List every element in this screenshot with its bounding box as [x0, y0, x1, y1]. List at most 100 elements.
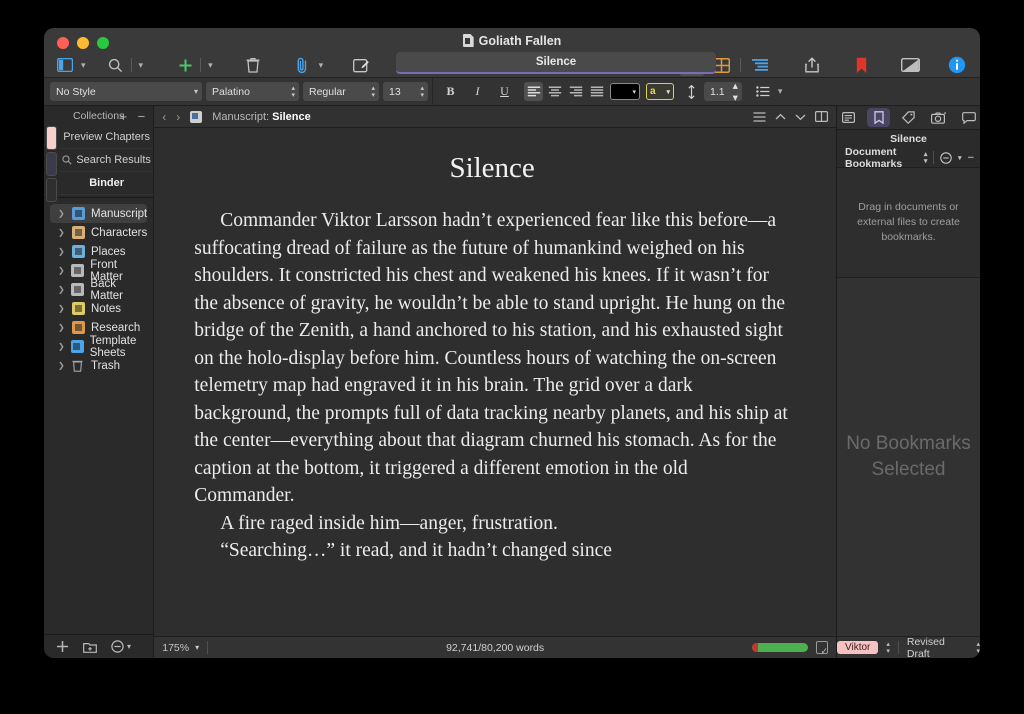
line-spacing-value: 1.1 [710, 85, 725, 98]
list-menu[interactable]: ▾ [774, 81, 786, 103]
back-button[interactable]: ‹ [162, 110, 166, 124]
add-collection-button[interactable]: + [120, 110, 128, 123]
compose-button[interactable] [350, 54, 372, 76]
font-size-dropdown[interactable]: 13 ▴ ▾ [383, 82, 428, 101]
chevron-right-icon[interactable]: ❯ [58, 247, 66, 256]
chevron-right-icon[interactable]: ❯ [58, 228, 66, 237]
collection-row-binder[interactable]: Binder [60, 172, 154, 195]
font-family-value: Palatino [212, 85, 250, 98]
bookmark-button[interactable] [850, 54, 872, 76]
zoom-control[interactable]: 175% ▾ [162, 642, 199, 654]
next-document-icon[interactable] [795, 113, 806, 121]
metadata-tab[interactable] [897, 108, 920, 127]
highlight-letter: a [650, 86, 656, 97]
document-view-icon[interactable] [753, 111, 766, 122]
format-divider [432, 77, 433, 106]
sidebar-item-characters[interactable]: ❯ Characters [50, 223, 147, 242]
inspector-button[interactable] [946, 54, 968, 76]
view-layout-menu[interactable]: ▾ [78, 54, 89, 76]
sidebar-item-back-matter[interactable]: ❯ Back Matter [50, 278, 147, 302]
bookmarks-tab[interactable] [867, 108, 890, 127]
chevron-right-icon[interactable]: ❯ [58, 361, 66, 370]
collection-tab-preview-chapters[interactable] [46, 126, 57, 150]
back-matter-folder-icon [71, 283, 85, 296]
chevron-right-icon[interactable]: ❯ [58, 323, 66, 332]
attach-menu[interactable]: ▾ [316, 54, 327, 76]
front-matter-folder-icon [71, 264, 85, 277]
sidebar-item-label: Manuscript [91, 207, 148, 220]
breadcrumb[interactable]: Manuscript: Silence [212, 111, 310, 123]
line-spacing-dropdown[interactable]: 1.1 ▴ ▾ [704, 79, 742, 104]
align-center-button[interactable] [545, 82, 564, 101]
view-options-button[interactable]: ▾ [111, 640, 131, 653]
sidebar-item-label: Template Sheets [89, 334, 137, 359]
document-page[interactable]: Silence Commander Viktor Larsson hadn’t … [154, 128, 836, 565]
sidebar-item-template-sheets[interactable]: ❯ Template Sheets [50, 334, 147, 359]
collection-row-search-results[interactable]: Search Results [60, 149, 154, 172]
remove-bookmark-button[interactable]: − [968, 152, 974, 164]
bold-button[interactable]: B [441, 82, 460, 101]
stepper-icon[interactable]: ▴ ▾ [924, 151, 928, 165]
document-heading: Silence [449, 152, 535, 184]
outline-button[interactable] [746, 54, 774, 76]
target-icon[interactable] [816, 641, 828, 657]
chevron-down-icon[interactable]: ▾ [958, 154, 962, 162]
bookmark-drop-hint[interactable]: Drag in documents or external files to c… [837, 168, 980, 278]
style-dropdown[interactable]: No Style ▾ [50, 82, 202, 101]
footer-divider [897, 641, 899, 654]
inspector-section-header: Document Bookmarks ▴ ▾ ▾ − [837, 146, 980, 170]
document-title-field[interactable]: Silence [396, 52, 716, 74]
text-color-swatch[interactable]: ▾ [610, 83, 640, 100]
add-button[interactable] [174, 54, 196, 76]
document-scroll-area[interactable]: Silence Commander Viktor Larsson hadn’t … [154, 128, 836, 636]
remove-collection-button[interactable]: − [138, 110, 146, 123]
search-button[interactable] [105, 54, 127, 76]
font-family-dropdown[interactable]: Palatino ▴ ▾ [206, 82, 299, 101]
font-style-dropdown[interactable]: Regular ▴ ▾ [303, 82, 379, 101]
inspector-panel: Silence Document Bookmarks ▴ ▾ ▾ − Drag i… [836, 106, 980, 658]
chevron-right-icon[interactable]: ❯ [58, 304, 66, 313]
forward-button[interactable]: › [176, 110, 180, 124]
status-label[interactable]: Revised Draft [907, 636, 969, 659]
comments-tab[interactable] [957, 108, 980, 127]
attach-button[interactable] [292, 54, 314, 76]
search-menu[interactable]: ▾ [136, 54, 147, 76]
italic-button[interactable]: I [468, 82, 487, 101]
split-view-icon[interactable] [815, 111, 828, 122]
add-folder-button[interactable] [83, 641, 97, 653]
composition-mode-button[interactable] [899, 54, 921, 76]
share-button[interactable] [801, 54, 823, 76]
align-right-button[interactable] [566, 82, 585, 101]
chevron-right-icon[interactable]: ❯ [58, 266, 65, 275]
stepper-icon[interactable]: ▴ ▾ [886, 641, 890, 655]
chevron-right-icon[interactable]: ❯ [58, 285, 65, 294]
binder-panel: Collections + − Preview Chapters Search … [44, 106, 155, 658]
collection-row-preview-chapters[interactable]: Preview Chapters [60, 126, 154, 149]
collection-tab-search-results[interactable] [46, 152, 57, 176]
editor-footer: 175% ▾ 92,741/80,200 words [154, 636, 836, 658]
options-icon[interactable] [940, 151, 952, 164]
collection-tab-binder[interactable] [46, 178, 57, 202]
align-left-button[interactable] [524, 82, 543, 101]
label-badge[interactable]: Viktor [837, 641, 879, 654]
highlight-color-swatch[interactable]: a ▾ [646, 83, 674, 100]
underline-button[interactable]: U [495, 82, 514, 101]
view-layout-button[interactable] [54, 54, 76, 76]
notes-tab[interactable] [837, 108, 860, 127]
list-button[interactable] [754, 82, 773, 101]
stepper-icon[interactable]: ▴ ▾ [976, 641, 980, 655]
sidebar-item-trash[interactable]: ❯ Trash [50, 356, 147, 375]
delete-button[interactable] [242, 54, 264, 76]
align-justify-button[interactable] [587, 82, 606, 101]
chevron-right-icon[interactable]: ❯ [58, 342, 65, 351]
collection-label: Preview Chapters [63, 131, 151, 143]
add-menu[interactable]: ▾ [205, 54, 216, 76]
add-item-button[interactable] [56, 640, 69, 653]
snapshots-tab[interactable] [927, 108, 950, 127]
stepper-icon: ▴ ▾ [291, 84, 295, 99]
sidebar-item-manuscript[interactable]: ❯ Manuscript [50, 204, 148, 223]
previous-document-icon[interactable] [775, 113, 786, 121]
chevron-right-icon[interactable]: ❯ [58, 209, 66, 218]
stepper-icon: ▴ ▾ [732, 79, 738, 104]
sidebar-item-notes[interactable]: ❯ Notes [50, 299, 147, 318]
